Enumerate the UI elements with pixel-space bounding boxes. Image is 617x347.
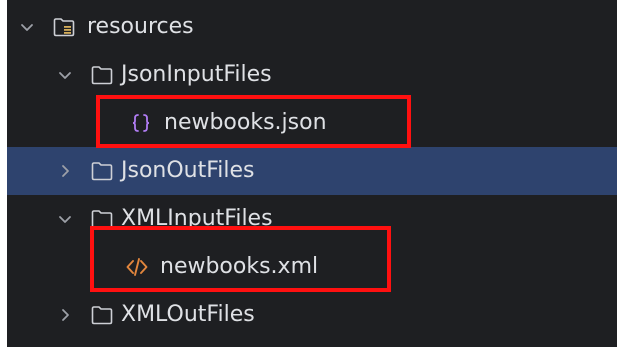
tree-item-newbooks-json[interactable]: newbooks.json: [7, 99, 617, 147]
chevron-down-icon[interactable]: [57, 211, 73, 227]
tree-item-jsoninputfiles[interactable]: JsonInputFiles: [7, 51, 617, 99]
tree-item-label: newbooks.xml: [160, 254, 319, 279]
tree-item-xmlinputfiles[interactable]: XMLInputFiles: [7, 195, 617, 243]
folder-icon: [91, 66, 113, 85]
folder-icon: [91, 306, 113, 325]
folder-icon: [91, 162, 113, 181]
tree-item-label: JsonOutFiles: [121, 158, 255, 183]
resources-folder-icon: [53, 18, 75, 37]
tree-item-label: JsonInputFiles: [121, 62, 272, 87]
tree-item-xmloutfiles[interactable]: XMLOutFiles: [7, 291, 617, 339]
json-file-icon: [132, 114, 150, 132]
tree-item-resources[interactable]: resources: [7, 3, 617, 51]
tree-item-label: resources: [87, 14, 194, 39]
tree-item-label: newbooks.json: [164, 110, 327, 135]
chevron-down-icon[interactable]: [57, 67, 73, 83]
folder-icon: [91, 210, 113, 229]
chevron-down-icon[interactable]: [19, 19, 35, 35]
chevron-right-icon[interactable]: [57, 307, 73, 323]
tree-item-newbooks-xml[interactable]: newbooks.xml: [7, 243, 617, 291]
tree-item-label: XMLInputFiles: [121, 206, 273, 231]
screenshot-frame: resources JsonInputFiles newbooks.json J…: [0, 0, 617, 347]
chevron-right-icon[interactable]: [57, 163, 73, 179]
tree-item-jsonoutfiles[interactable]: JsonOutFiles: [7, 147, 617, 195]
xml-file-icon: [126, 258, 148, 276]
tree-item-label: XMLOutFiles: [121, 302, 255, 327]
project-tree: resources JsonInputFiles newbooks.json J…: [7, 0, 617, 347]
